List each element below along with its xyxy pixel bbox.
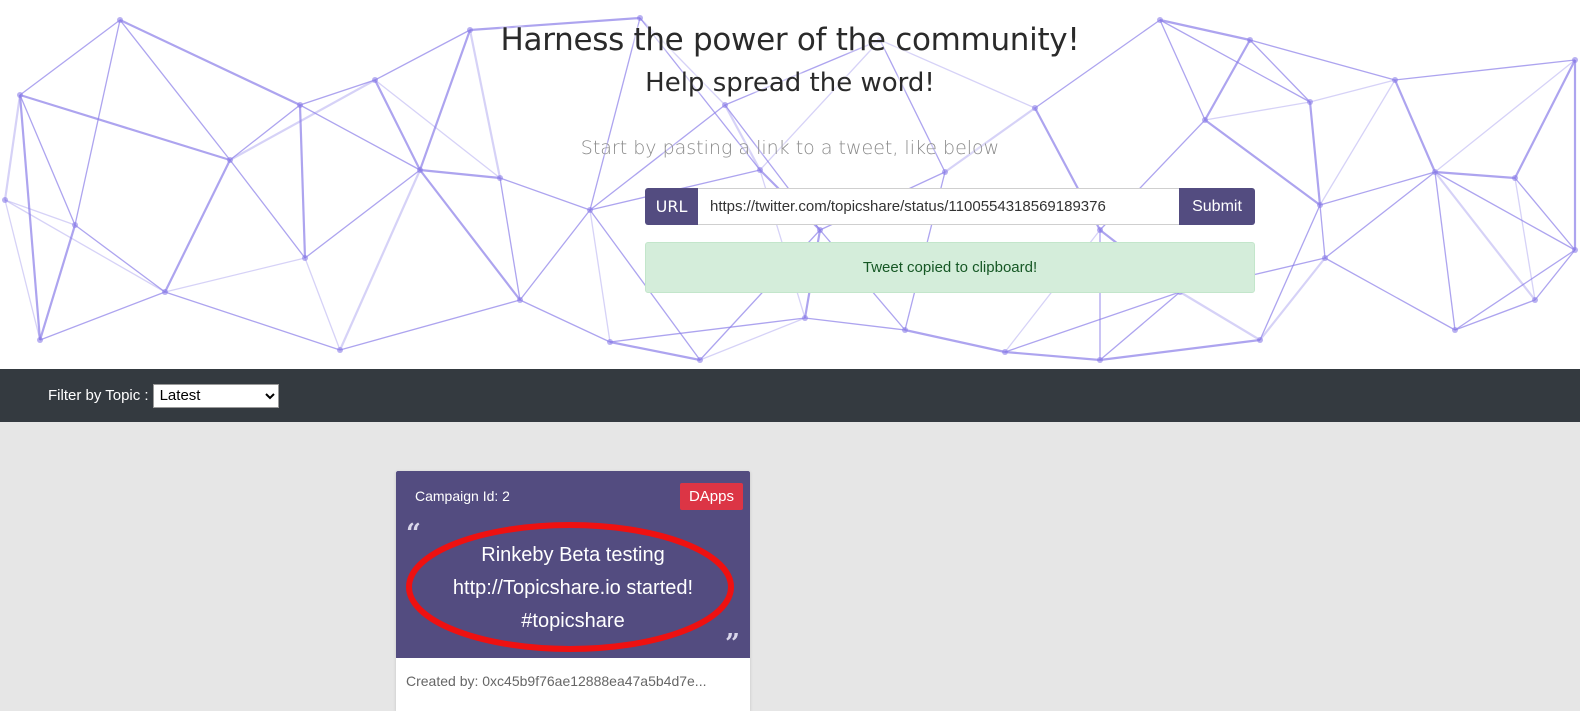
hero-banner: Harness the power of the community! Help…	[0, 0, 1580, 369]
mesh-node	[2, 197, 8, 203]
mesh-node	[517, 297, 523, 303]
mesh-line	[1434, 171, 1536, 301]
mesh-node	[1452, 327, 1458, 333]
mesh-node	[697, 357, 703, 363]
mesh-node	[37, 337, 43, 343]
mesh-line	[1434, 170, 1516, 180]
mesh-line	[1514, 177, 1536, 301]
mesh-line	[164, 257, 306, 293]
mesh-line	[1099, 338, 1261, 362]
mesh-node	[1097, 357, 1103, 363]
mesh-line	[519, 299, 611, 343]
mesh-node	[72, 222, 78, 228]
mesh-node	[302, 255, 308, 261]
mesh-node	[1322, 255, 1328, 261]
mesh-node	[1097, 227, 1103, 233]
mesh-line	[38, 224, 77, 341]
mesh-node	[1532, 297, 1538, 303]
campaign-id: Campaign Id: 2	[415, 488, 510, 504]
mesh-line	[338, 169, 422, 351]
mesh-line	[4, 199, 76, 226]
mesh-node	[497, 175, 503, 181]
mesh-node	[802, 315, 808, 321]
url-label: URL	[645, 188, 698, 225]
mesh-node	[1257, 337, 1263, 343]
mesh-line	[609, 340, 701, 362]
mesh-line	[304, 257, 341, 351]
mesh-line	[298, 104, 307, 259]
mesh-line	[164, 159, 231, 293]
mesh-line	[499, 177, 521, 301]
mesh-node	[1512, 175, 1518, 181]
mesh-node	[1002, 349, 1008, 355]
close-quote-icon: ”	[725, 629, 740, 659]
campaign-creator: Created by: 0xc45b9f76ae12888ea47a5b4d7e…	[406, 673, 707, 689]
mesh-node	[607, 339, 613, 345]
mesh-node	[162, 289, 168, 295]
mesh-node	[1032, 105, 1038, 111]
mesh-line	[74, 224, 166, 293]
mesh-line	[1454, 249, 1576, 331]
mesh-line	[1319, 204, 1326, 259]
mesh-node	[902, 327, 908, 333]
mesh-line	[1179, 291, 1261, 341]
mesh-node	[1572, 247, 1578, 253]
mesh-line	[1534, 249, 1576, 301]
hero-subtitle: Help spread the word!	[645, 68, 935, 98]
mesh-line	[304, 169, 421, 259]
campaign-card-header: Campaign Id: 2 DApps “ Rinkeby Beta test…	[396, 471, 750, 659]
hero-hint: Start by pasting a link to a tweet, like…	[580, 137, 1000, 159]
mesh-node	[817, 227, 823, 233]
campaign-tweet-text: Rinkeby Beta testing http://Topicshare.i…	[452, 544, 694, 632]
mesh-node	[587, 207, 593, 213]
mesh-line	[1514, 177, 1576, 251]
mesh-node	[637, 15, 643, 21]
mesh-line	[18, 94, 42, 341]
mesh-line	[1434, 171, 1456, 331]
mesh-line	[419, 168, 501, 180]
topic-filter-select[interactable]: Latest	[152, 383, 279, 408]
mesh-line	[1099, 291, 1181, 361]
mesh-line	[1259, 204, 1321, 341]
mesh-node	[1202, 117, 1208, 123]
mesh-line	[589, 209, 611, 343]
mesh-line	[4, 199, 166, 293]
mesh-line	[1324, 257, 1456, 331]
topic-badge[interactable]: DApps	[679, 483, 743, 510]
mesh-node	[942, 169, 948, 175]
campaign-card[interactable]: Campaign Id: 2 DApps “ Rinkeby Beta test…	[396, 471, 750, 711]
mesh-line	[1324, 171, 1436, 259]
submit-button[interactable]: Submit	[1179, 188, 1255, 225]
mesh-line	[1004, 291, 1181, 353]
filter-bar: Filter by Topic : Latest	[0, 369, 1580, 422]
hero-title: Harness the power of the community!	[500, 22, 1080, 58]
mesh-line	[1454, 299, 1536, 331]
success-alert: Tweet copied to clipboard!	[645, 242, 1255, 293]
mesh-line	[1434, 171, 1576, 251]
mesh-line	[519, 209, 591, 301]
mesh-line	[164, 291, 341, 351]
mesh-line	[229, 159, 306, 259]
tweet-url-input[interactable]	[698, 188, 1179, 225]
mesh-node	[1317, 202, 1323, 208]
mesh-line	[39, 291, 166, 341]
mesh-node	[1307, 99, 1313, 105]
mesh-line	[1204, 101, 1311, 121]
mesh-node	[337, 347, 343, 353]
mesh-line	[804, 317, 906, 331]
mesh-line	[499, 177, 591, 211]
mesh-line	[339, 299, 521, 351]
mesh-line	[1004, 350, 1101, 362]
mesh-node	[297, 102, 303, 108]
filter-label: Filter by Topic :	[48, 387, 149, 404]
mesh-node	[1432, 169, 1438, 175]
url-input-group: URL Submit	[645, 188, 1255, 225]
mesh-node	[417, 167, 423, 173]
mesh-line	[904, 328, 1006, 354]
mesh-node	[722, 102, 728, 108]
mesh-line	[419, 169, 521, 301]
mesh-node	[757, 167, 763, 173]
